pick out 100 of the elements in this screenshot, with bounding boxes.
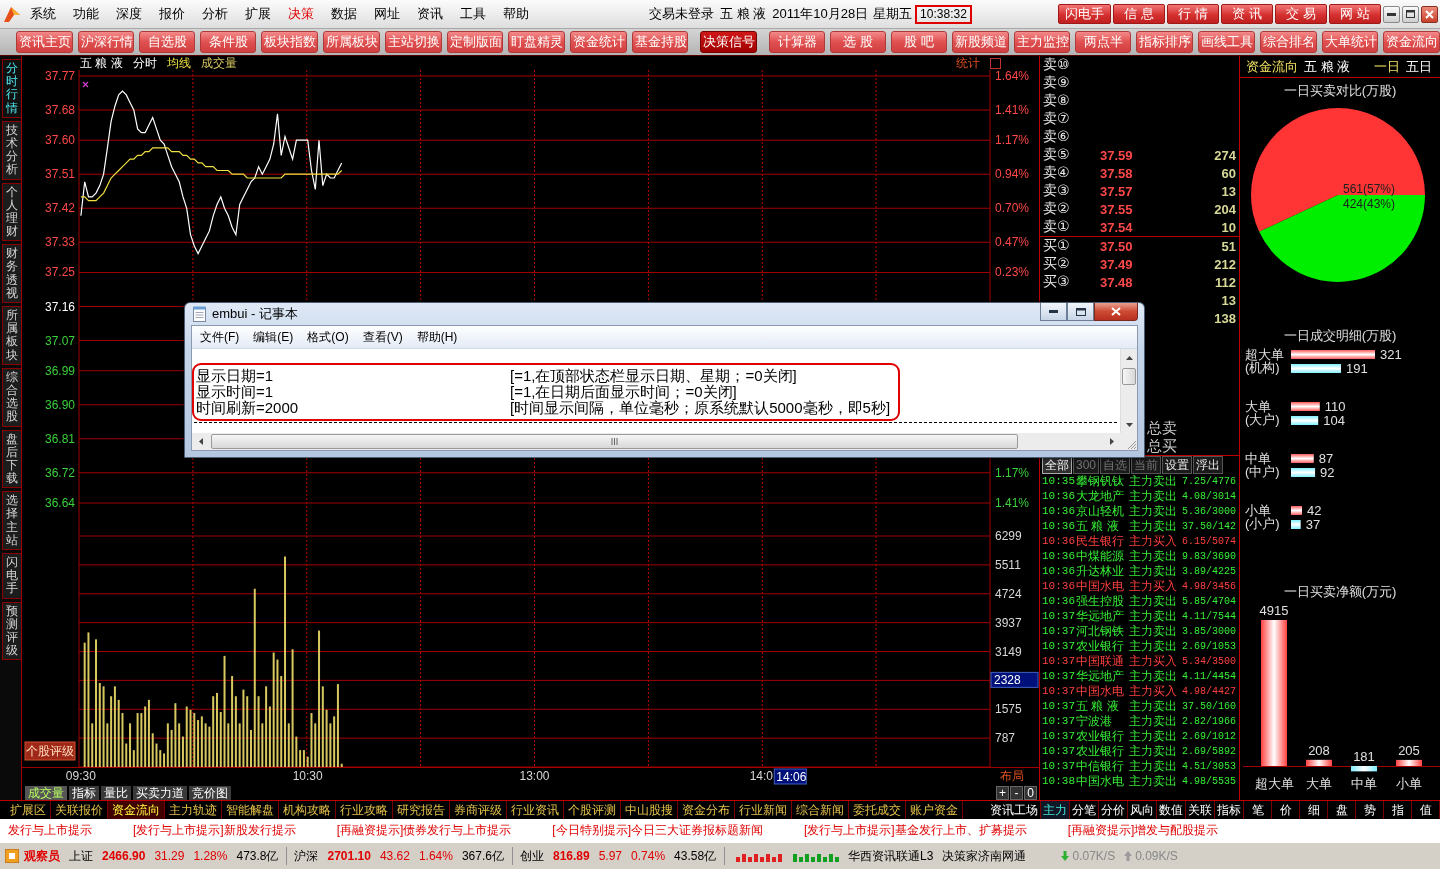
chart-tab[interactable]: 指标 [69,786,99,800]
menu-item[interactable]: 工具 [451,5,494,23]
toolbar-button[interactable]: 画线工具 [1198,31,1255,53]
chart-tab[interactable]: 量比 [101,786,131,800]
side-tab[interactable]: 财务透视 [2,244,21,303]
menu-item[interactable]: 网址 [365,5,408,23]
stock-name: 大龙地产 [1076,489,1125,504]
toolbar-button[interactable]: 主力监控 [1013,31,1071,53]
toolbar-button[interactable]: 沪深行情 [77,31,135,53]
news-ticker-item[interactable]: [今日特别提示]今日三大证券报标题新闻 [552,822,763,839]
top-button[interactable]: 网 站 [1329,4,1381,24]
stats-link[interactable]: 统计 [956,56,980,70]
toolbar-button[interactable]: 主站切换 [384,31,442,53]
menu-item[interactable]: 深度 [107,5,150,23]
menu-item[interactable]: 扩展 [236,5,279,23]
menu-item[interactable]: 格式(O) [300,328,356,346]
news-ticker-item[interactable]: [发行与上市提示]基金发行上市、扩募提示 [804,822,1027,839]
scrollbar-thumb[interactable] [1122,368,1136,385]
chart-zoom-button[interactable]: + [996,786,1009,800]
menu-item[interactable]: 查看(V) [355,328,410,346]
value-label: 205 [1398,742,1420,758]
menu-item[interactable]: 功能 [64,5,107,23]
order-level-label: 卖⑨ [1043,74,1071,92]
function-tab[interactable]: 资金流向 [108,801,165,819]
trade-time: 10:36 [1042,519,1076,534]
toolbar-button[interactable]: 两点半 [1075,31,1132,53]
toolbar-button[interactable]: 定制版面 [446,31,504,53]
menu-item[interactable]: 报价 [150,5,193,23]
menu-item[interactable]: 编辑(E) [246,328,301,346]
toolbar-button[interactable]: 资金流向 [1383,31,1440,53]
size-grip-icon[interactable] [1127,440,1137,450]
toolbar-button[interactable]: 自选股 [139,31,196,53]
minimize-button[interactable] [1383,5,1400,23]
toolbar-button[interactable]: 指标排序 [1136,31,1194,53]
layout-link[interactable]: 布局 [1000,769,1024,783]
close-button[interactable] [1421,5,1438,23]
horizontal-scrollbar[interactable] [192,433,1120,450]
minimize-button[interactable] [1040,303,1067,321]
toolbar-button[interactable]: 板块指数 [261,31,319,53]
slice-label: 561(57%) [1343,182,1396,196]
price-axis-label: 37.42 [44,201,75,216]
rating-button[interactable]: 个股评级 [24,741,76,761]
period-tab[interactable]: 一日 [1374,57,1400,76]
close-button[interactable] [1094,303,1138,321]
square-icon[interactable] [990,57,1001,69]
toolbar-button[interactable]: 决策信号 [700,31,758,53]
toolbar-button[interactable]: 所属板块 [323,31,380,53]
toolbar-button[interactable]: 新股频道 [952,31,1009,53]
chart-tab[interactable]: 竞价图 [189,786,231,800]
grip-icon [611,438,618,445]
trade-filter-tab[interactable]: 浮出 [1193,456,1224,474]
top-button[interactable]: 行 情 [1167,4,1219,24]
top-button[interactable]: 资 讯 [1221,4,1273,24]
side-tab[interactable]: 综合选股 [2,367,21,427]
function-tab[interactable]: 主力 [1041,801,1070,819]
menu-item[interactable]: 帮助 [494,5,537,23]
top-button[interactable]: 闪电手 [1058,4,1111,24]
menu-item[interactable]: 数据 [322,5,365,23]
side-tab[interactable]: 个人理财 [2,182,21,242]
maximize-button[interactable] [1402,5,1419,23]
toolbar-button[interactable]: 基金持股 [631,31,689,53]
news-ticker-item[interactable]: [发行与上市提示]新股发行提示 [133,822,296,839]
side-tab[interactable]: 预测评级 [2,601,21,661]
side-tab[interactable]: 闪电手 [2,553,21,599]
chart-tab[interactable]: 成交量 [25,786,67,800]
toolbar-button[interactable]: 资金统计 [569,31,627,53]
toolbar-button[interactable]: 大单统计 [1321,31,1379,53]
toolbar-button[interactable]: 盯盘精灵 [508,31,565,53]
maximize-button[interactable] [1067,303,1094,321]
vertical-scrollbar[interactable] [1120,349,1137,433]
chart-zoom-button[interactable]: 0 [1024,786,1037,800]
side-tab[interactable]: 选择主站 [2,491,21,550]
toolbar-button[interactable]: 资讯主页 [16,31,73,53]
menu-item[interactable]: 决策 [279,5,322,23]
side-tab[interactable]: 所属板块 [2,306,21,365]
menu-item[interactable]: 文件(F) [193,328,247,346]
top-button[interactable]: 信 息 [1113,4,1165,24]
menu-item[interactable]: 系统 [21,5,64,23]
toolbar-button[interactable]: 综合排名 [1259,31,1317,53]
menu-item[interactable]: 分析 [193,5,236,23]
chart-zoom-button[interactable]: - [1010,786,1023,800]
news-ticker-item[interactable]: 发行与上市提示 [8,822,92,839]
news-ticker-item[interactable]: [再融资提示]债券发行与上市提示 [336,822,512,839]
trade-time: 10:37 [1042,684,1076,699]
order-price: 37.49 [1100,256,1134,272]
menu-item[interactable]: 资讯 [408,5,451,23]
toolbar-button[interactable]: 计算器 [769,31,826,53]
side-tab[interactable]: 盘后下载 [2,429,21,489]
news-ticker-item[interactable]: [再融资提示]增发与配股提示 [1067,822,1219,839]
top-button[interactable]: 交 易 [1275,4,1327,24]
toolbar-button[interactable]: 条件股 [200,31,257,53]
toolbar-button[interactable]: 股 吧 [891,31,948,53]
side-tab[interactable]: 分时行情 [2,59,21,118]
toolbar-button[interactable]: 选 股 [830,31,887,53]
side-tab[interactable]: 技术分析 [2,120,21,180]
trade-filter-tab[interactable]: 设置 [1162,456,1193,474]
period-tab[interactable]: 五日 [1406,57,1432,76]
scrollbar-thumb[interactable] [211,434,1018,449]
chart-tab[interactable]: 买卖力道 [133,786,187,800]
menu-item[interactable]: 帮助(H) [409,328,465,346]
